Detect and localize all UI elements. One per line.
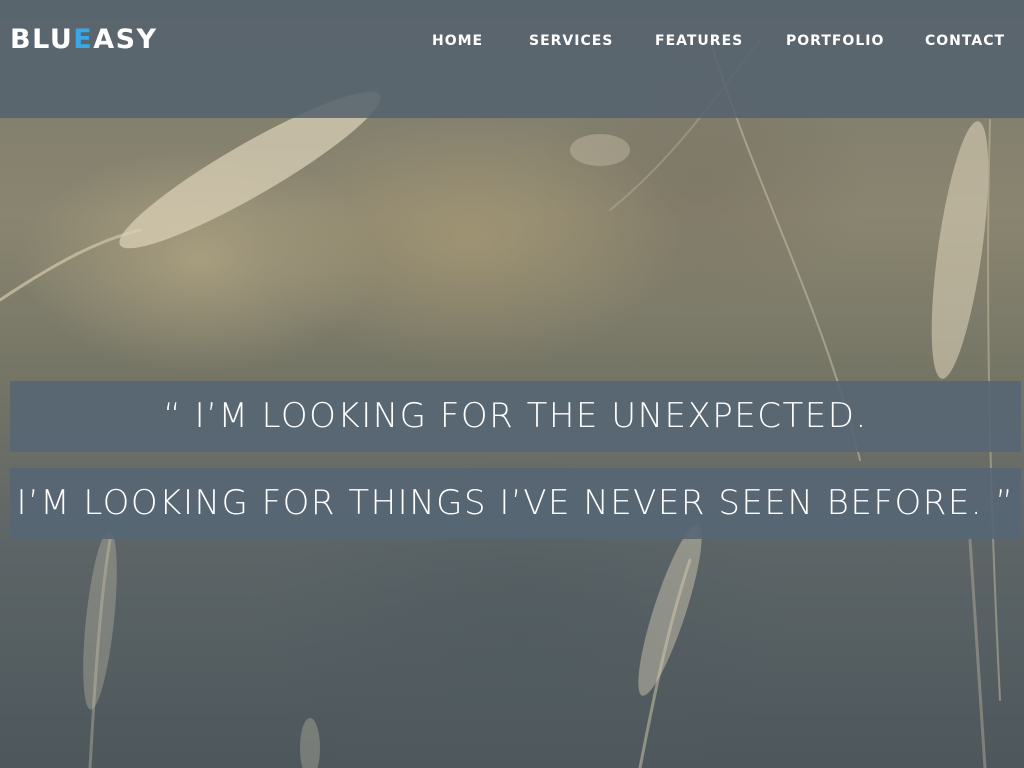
top-navbar: BLUEASY HOME SERVICES FEATURES PORTFOLIO… [0,0,1024,118]
brand-prefix: BLU [10,24,74,55]
nav-item-features[interactable]: FEATURES [655,32,743,50]
nav-item-portfolio[interactable]: PORTFOLIO [786,32,884,50]
nav-item-home[interactable]: HOME [432,32,483,50]
hero-quote-line-2: I’M LOOKING FOR THINGS I’VE NEVER SEEN B… [10,468,1021,539]
hero-quote-line-1: “ I’M LOOKING FOR THE UNEXPECTED. [10,381,1021,452]
brand-accent-letter: E [73,24,94,55]
brand-logo[interactable]: BLUEASY [10,22,158,58]
nav-item-services[interactable]: SERVICES [529,32,613,50]
nav-item-contact[interactable]: CONTACT [925,32,1005,50]
brand-suffix: ASY [93,24,158,55]
